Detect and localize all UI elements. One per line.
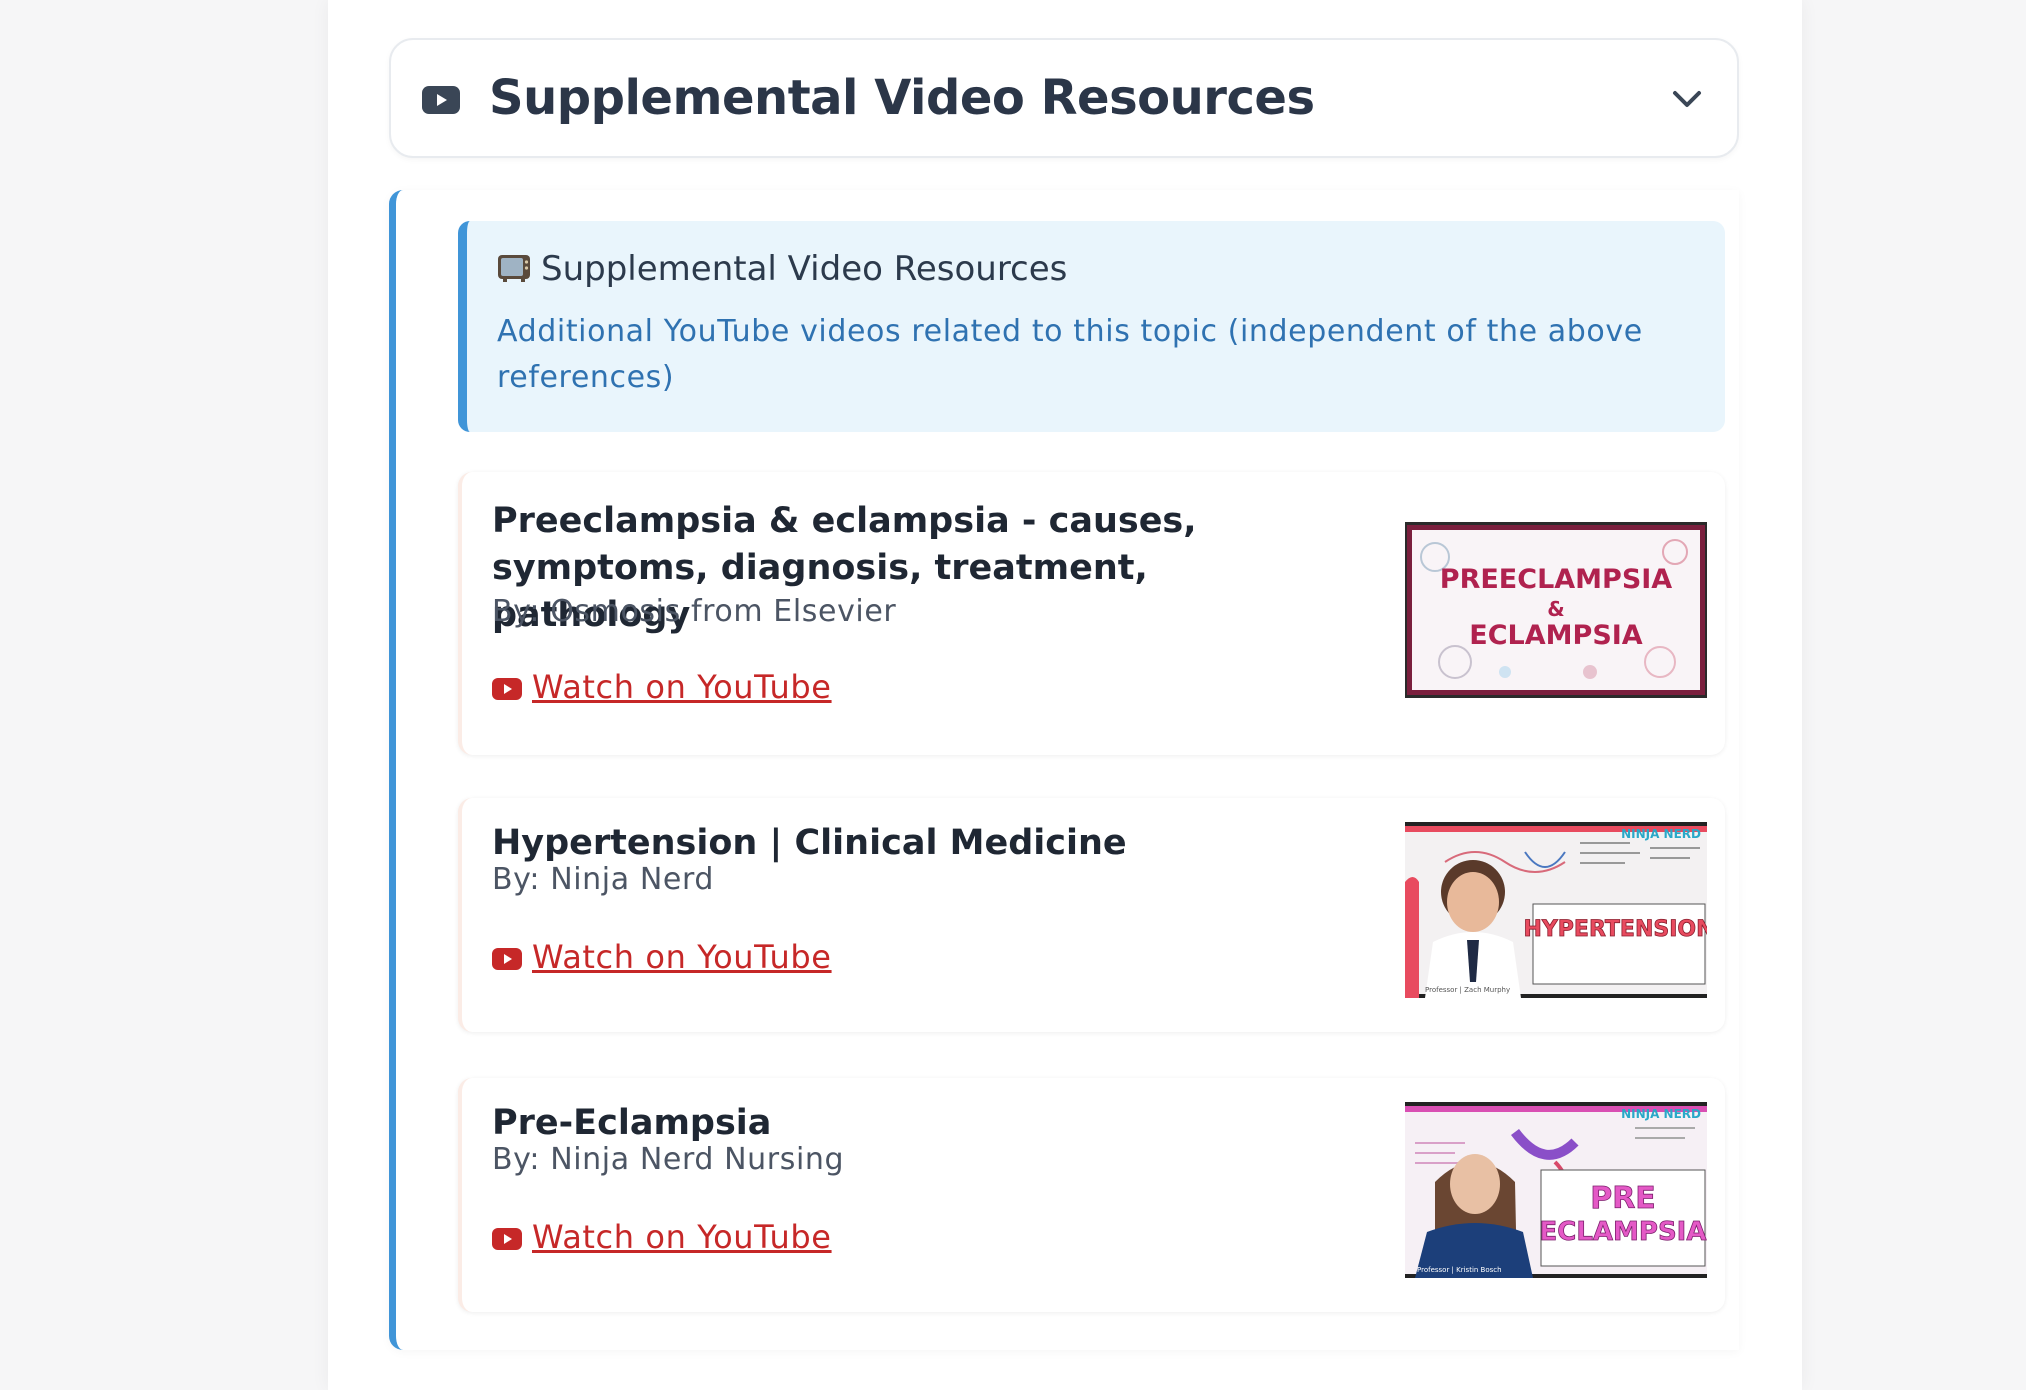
watch-link-label: Watch on YouTube bbox=[532, 1218, 832, 1256]
watch-on-youtube-link[interactable]: Watch on YouTube bbox=[492, 938, 832, 976]
watch-on-youtube-link[interactable]: Watch on YouTube bbox=[492, 668, 832, 706]
video-thumbnail[interactable]: PREECLAMPSIA & ECLAMPSIA bbox=[1405, 522, 1707, 698]
info-box-title-text: Supplemental Video Resources bbox=[541, 249, 1068, 289]
youtube-icon bbox=[492, 1228, 522, 1250]
thumbnail-text-line-2: ECLAMPSIA bbox=[1540, 1217, 1707, 1247]
info-box: Supplemental Video Resources Additional … bbox=[458, 221, 1725, 432]
watch-on-youtube-link[interactable]: Watch on YouTube bbox=[492, 1218, 832, 1256]
video-thumbnail[interactable]: HYPERTENSION NINJA NERD Professor | Zach… bbox=[1405, 822, 1707, 998]
info-box-description: Additional YouTube videos related to thi… bbox=[497, 314, 1643, 395]
svg-text:Professor | Kristin Bosch: Professor | Kristin Bosch bbox=[1417, 1266, 1502, 1274]
thumbnail-text: HYPERTENSION bbox=[1523, 917, 1707, 942]
video-author: By: Ninja Nerd Nursing bbox=[492, 1142, 845, 1177]
youtube-icon bbox=[492, 948, 522, 970]
thumbnail-text-line-1: PRE bbox=[1590, 1181, 1656, 1216]
thumbnail-brand: NINJA NERD bbox=[1621, 1107, 1701, 1121]
thumbnail-text-line-2: & bbox=[1547, 597, 1564, 621]
svg-text:Professor | Zach Murphy: Professor | Zach Murphy bbox=[1425, 986, 1510, 994]
video-card: Preeclampsia & eclampsia - causes, sympt… bbox=[458, 472, 1725, 755]
video-title: Pre-Eclampsia bbox=[492, 1103, 772, 1143]
youtube-icon bbox=[492, 678, 522, 700]
accordion-panel: Supplemental Video Resources Additional … bbox=[389, 190, 1739, 1350]
thumbnail-text-line-1: PREECLAMPSIA bbox=[1440, 564, 1673, 595]
thumbnail-brand: NINJA NERD bbox=[1621, 827, 1701, 841]
main-content: Supplemental Video Resources Supplementa… bbox=[328, 0, 1802, 1390]
watch-link-label: Watch on YouTube bbox=[532, 938, 832, 976]
video-author: By: Osmosis from Elsevier bbox=[492, 594, 897, 629]
video-card: Hypertension | Clinical Medicine By: Nin… bbox=[458, 798, 1725, 1032]
tv-icon bbox=[498, 255, 530, 282]
video-card: Pre-Eclampsia By: Ninja Nerd Nursing Wat… bbox=[458, 1078, 1725, 1312]
chevron-down-icon[interactable] bbox=[1669, 84, 1705, 114]
video-author: By: Ninja Nerd bbox=[492, 862, 714, 897]
accordion-title: Supplemental Video Resources bbox=[489, 70, 1315, 126]
info-box-title: Supplemental Video Resources bbox=[497, 249, 1067, 289]
video-thumbnail[interactable]: PRE ECLAMPSIA NINJA NERD Professor | Kri… bbox=[1405, 1102, 1707, 1278]
thumbnail-text-line-3: ECLAMPSIA bbox=[1469, 620, 1643, 651]
accordion-header-supplemental-videos[interactable]: Supplemental Video Resources bbox=[389, 38, 1739, 158]
video-title: Hypertension | Clinical Medicine bbox=[492, 823, 1127, 863]
watch-link-label: Watch on YouTube bbox=[532, 668, 832, 706]
youtube-icon bbox=[422, 86, 460, 114]
